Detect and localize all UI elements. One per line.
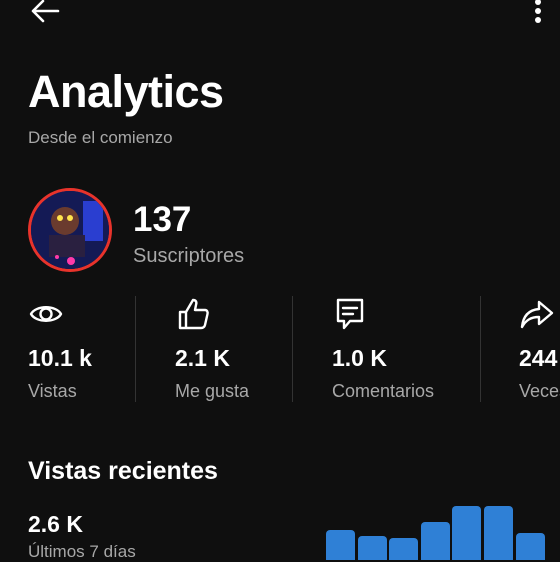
recent-views-value: 2.6 K xyxy=(28,511,83,537)
stat-likes[interactable]: 2.1 K Me gusta xyxy=(175,296,249,401)
chart-bar xyxy=(452,506,482,560)
more-vertical-icon xyxy=(535,0,541,23)
subscriber-count: 137 xyxy=(133,200,192,239)
thumbs-up-icon xyxy=(178,298,209,330)
divider xyxy=(135,296,136,402)
divider xyxy=(480,296,481,402)
stat-comments[interactable]: 1.0 K Comentarios xyxy=(332,296,434,401)
stat-value: 2.1 K xyxy=(175,345,230,371)
stat-value: 10.1 k xyxy=(28,345,92,371)
comment-icon xyxy=(336,298,364,330)
recent-views-title: Vistas recientes xyxy=(28,457,218,485)
chart-bar xyxy=(420,522,450,560)
avatar-image xyxy=(31,191,109,269)
back-button[interactable] xyxy=(28,0,68,28)
stat-label: Veces xyxy=(519,381,560,401)
divider xyxy=(292,296,293,402)
more-options-button[interactable] xyxy=(528,0,552,26)
recent-views-period: Últimos 7 días xyxy=(28,542,136,561)
share-icon xyxy=(520,300,554,329)
subscriber-label: Suscriptores xyxy=(133,245,245,267)
channel-avatar[interactable] xyxy=(28,188,112,272)
recent-views-chart[interactable] xyxy=(326,506,560,560)
stat-value: 244 xyxy=(519,345,558,371)
date-range-label: Desde el comienzo xyxy=(28,128,173,147)
stat-label: Vistas xyxy=(28,381,77,401)
stat-label: Me gusta xyxy=(175,381,250,401)
chart-bar xyxy=(515,533,545,560)
stat-shares[interactable]: 244 Veces xyxy=(519,296,560,406)
chart-bar xyxy=(357,536,387,560)
stat-value: 1.0 K xyxy=(332,345,387,371)
chart-bar xyxy=(484,506,513,560)
page-title: Analytics xyxy=(28,66,224,117)
eye-icon xyxy=(29,306,63,322)
stat-label: Comentarios xyxy=(332,381,435,401)
arrow-left-icon xyxy=(31,0,60,23)
stat-views[interactable]: 10.1 k Vistas xyxy=(28,296,92,401)
chart-bar xyxy=(389,538,419,560)
chart-bar xyxy=(326,530,355,560)
